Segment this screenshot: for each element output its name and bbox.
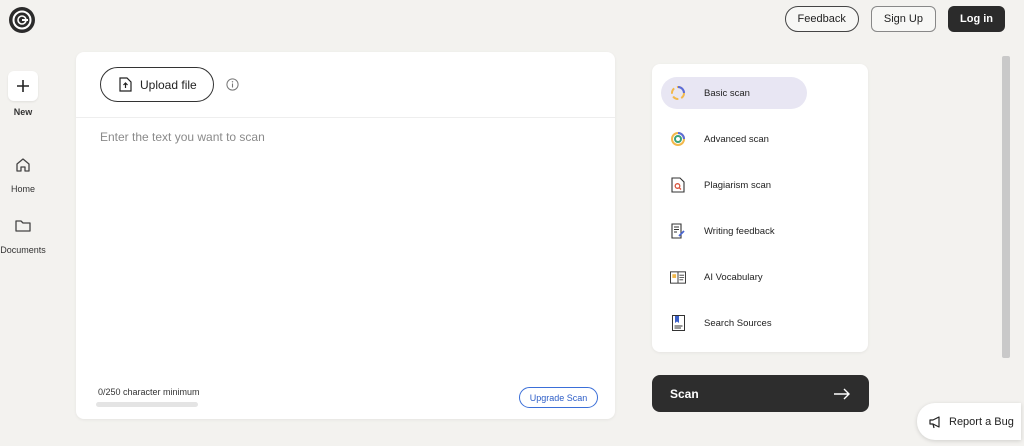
scan-option-advanced[interactable]: Advanced scan — [661, 123, 807, 155]
new-label: New — [13, 107, 33, 117]
scan-option-label: Writing feedback — [704, 225, 775, 237]
folder-icon[interactable] — [14, 217, 32, 235]
character-count: 0/250 character minimum — [98, 387, 200, 397]
arrow-right-icon — [834, 388, 850, 399]
megaphone-icon — [929, 415, 940, 428]
text-editor-card: Upload file Enter the text you want to s… — [76, 52, 615, 419]
scan-option-basic[interactable]: Basic scan — [661, 77, 807, 109]
advanced-scan-icon — [670, 131, 686, 147]
scan-option-ai-vocabulary[interactable]: AI Vocabulary — [661, 261, 807, 293]
signup-button[interactable]: Sign Up — [870, 6, 936, 32]
upload-file-label: Upload file — [140, 77, 197, 92]
scan-option-writing-feedback[interactable]: Writing feedback — [661, 215, 807, 247]
basic-scan-icon — [670, 85, 686, 101]
upload-file-icon — [119, 77, 132, 92]
character-progress-bar — [96, 402, 198, 407]
ai-vocabulary-icon — [670, 269, 686, 285]
search-sources-icon — [670, 315, 686, 331]
writing-feedback-icon — [670, 223, 686, 239]
scan-option-search-sources[interactable]: Search Sources — [661, 307, 807, 339]
scan-option-label: Plagiarism scan — [704, 179, 772, 191]
home-icon[interactable] — [14, 156, 32, 174]
scan-option-label: Search Sources — [704, 317, 772, 329]
text-input-area[interactable]: Enter the text you want to scan — [100, 130, 265, 144]
plus-icon — [17, 80, 29, 92]
scan-option-plagiarism[interactable]: Plagiarism scan — [661, 169, 807, 201]
top-actions: Feedback Sign Up Log in — [784, 6, 1005, 32]
scan-option-label: Advanced scan — [704, 133, 769, 145]
login-button[interactable]: Log in — [948, 6, 1005, 32]
report-bug-label: Report a Bug — [949, 415, 1014, 428]
scan-options-panel: Basic scan Advanced scan Plagiarism scan — [652, 64, 868, 352]
plagiarism-scan-icon — [670, 177, 686, 193]
scan-button[interactable]: Scan — [652, 375, 869, 412]
gptzero-logo-icon[interactable] — [8, 6, 36, 34]
scan-option-label: Basic scan — [704, 87, 750, 99]
scrollbar-thumb[interactable] — [1002, 56, 1010, 358]
new-button[interactable] — [8, 71, 38, 101]
upgrade-scan-button[interactable]: Upgrade Scan — [519, 387, 598, 408]
scan-option-label: AI Vocabulary — [704, 271, 763, 283]
info-icon[interactable] — [226, 78, 239, 91]
feedback-button[interactable]: Feedback — [784, 6, 859, 32]
editor-divider — [76, 117, 615, 118]
report-bug-button[interactable]: Report a Bug — [917, 403, 1021, 440]
sidebar-item-home[interactable]: Home — [0, 184, 53, 194]
upload-file-button[interactable]: Upload file — [100, 67, 214, 102]
scan-button-label: Scan — [670, 386, 699, 401]
sidebar-item-documents[interactable]: Documents — [0, 245, 53, 255]
